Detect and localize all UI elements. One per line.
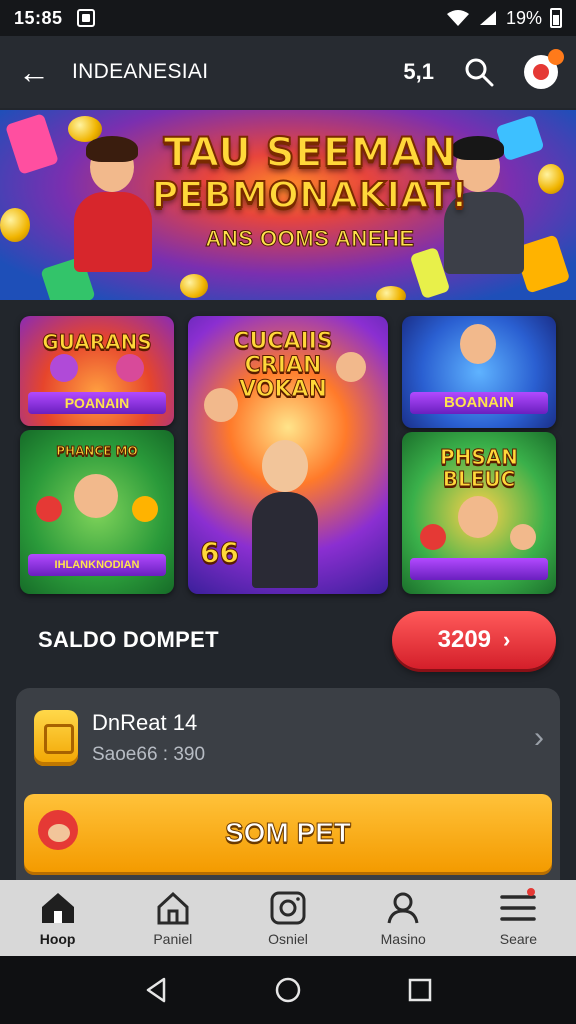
balance-button[interactable]: 3209 › [392,611,556,669]
chevron-right-icon: › [503,627,511,652]
profile-icon [387,892,419,924]
battery-icon [550,8,562,28]
game-character [50,354,78,382]
app-screen: 15:85 19% ← INDEANESIAI 5,1 TAU SEEMAN P… [0,0,576,1024]
header-actions: 5,1 [403,49,564,89]
wallet-item[interactable]: DnReat 14 Saoe66 : 390 › [16,688,560,788]
hero-line-1: TAU SEEMAN [162,130,457,176]
game-title: PHSAN BLEUC [439,445,519,491]
game-character [204,388,238,422]
nav-label: Hoop [39,931,76,947]
wallet-sub: Saoe66 : 390 [92,744,206,765]
chevron-right-icon: › [534,721,544,754]
nav-label: Masino [380,931,426,947]
game-character [74,474,118,518]
avatar[interactable] [524,49,564,89]
mascot-icon [38,810,78,850]
store-icon [157,891,189,925]
notification-icon [76,9,95,27]
game-character [458,496,498,538]
hero-line-2: PEBMONAKIAT! [151,174,469,217]
coin-icon [0,208,30,242]
notification-dot [526,888,535,896]
battery-percent: 19% [505,7,542,28]
game-grid: GUARANS POANAIN PHANCE MO IHLANKNODIAN C… [20,316,556,596]
app-header: ← INDEANESIAI 5,1 [0,36,576,108]
header-counter[interactable]: 5,1 [403,59,434,85]
game-title: CUCAIIS CRIAN VOKAN [233,329,333,402]
recents-square-icon[interactable] [406,976,434,1004]
decor-tile [4,113,60,175]
back-triangle-icon[interactable] [142,976,170,1004]
game-character [36,496,62,522]
status-time: 15:85 [14,7,63,28]
bottom-nav: Hoop Paniel Osniel Masino Seare [0,880,576,956]
game-character [336,352,366,382]
nav-label: Paniel [153,931,193,947]
game-character [262,440,308,492]
cta-label: SOM PET [224,817,351,849]
wallet-balance-row: SALDO DOMPET 3209 › [20,608,556,672]
game-character [252,492,318,588]
game-card[interactable]: GUARANS POANAIN [20,316,174,426]
home-circle-icon[interactable] [274,976,302,1004]
game-ribbon [410,558,548,580]
game-character [460,324,496,364]
wifi-icon [446,10,469,26]
game-card[interactable]: PHSAN BLEUC [402,432,556,594]
hero-line-3: ANS OOMS ANEHE [205,226,415,252]
signal-icon [479,11,496,25]
game-character [132,496,158,522]
coin-icon [180,274,208,298]
status-bar: 15:85 19% [0,0,576,36]
status-right: 19% [446,8,562,29]
wallet-cta-button[interactable]: SOM PET [24,794,552,872]
page-title: INDEANESIAI [72,60,209,83]
nav-item-profile[interactable]: Masino [346,880,461,956]
nav-item-camera[interactable]: Osniel [230,880,345,956]
home-icon [41,893,74,923]
game-title: GUARANS [42,330,153,355]
game-banner: POANAIN [28,392,166,414]
wallet-name: DnReat 14 [92,710,198,735]
balance-amount: 3209 [437,626,492,653]
game-character [116,354,144,382]
game-banner: BOANAIN [410,392,548,414]
nav-label: Osniel [268,931,308,947]
game-card[interactable]: BOANAIN [402,316,556,428]
nav-item-store[interactable]: Paniel [115,880,230,956]
game-card-featured[interactable]: CUCAIIS CRIAN VOKAN 66 [188,316,388,594]
game-character [510,524,536,550]
nav-item-menu[interactable]: Seare [461,880,576,956]
game-banner: IHLANKNODIAN [28,554,166,576]
hero-banner[interactable]: TAU SEEMAN PEBMONAKIAT! ANS OOMS ANEHE [0,110,576,300]
camera-icon [270,891,306,925]
game-character [420,524,446,550]
search-icon[interactable] [464,57,494,87]
back-arrow-icon[interactable]: ← [18,54,58,91]
system-nav-bar [0,956,576,1024]
game-title: PHANCE MO [56,444,139,459]
nav-item-home[interactable]: Hoop [0,880,115,956]
coin-icon [376,286,406,300]
nav-label: Seare [499,931,538,947]
game-banner: 66 [200,536,240,570]
wallet-panel: DnReat 14 Saoe66 : 390 › SOM PET [16,688,560,880]
wallet-coin-icon [34,710,78,766]
hero-headline: TAU SEEMAN PEBMONAKIAT! ANS OOMS ANEHE [150,130,470,252]
notification-dot [548,49,564,65]
wallet-texts: DnReat 14 Saoe66 : 390 [92,710,205,766]
game-card[interactable]: PHANCE MO IHLANKNODIAN [20,430,174,594]
balance-label: SALDO DOMPET [38,627,219,652]
coin-icon [538,164,564,194]
